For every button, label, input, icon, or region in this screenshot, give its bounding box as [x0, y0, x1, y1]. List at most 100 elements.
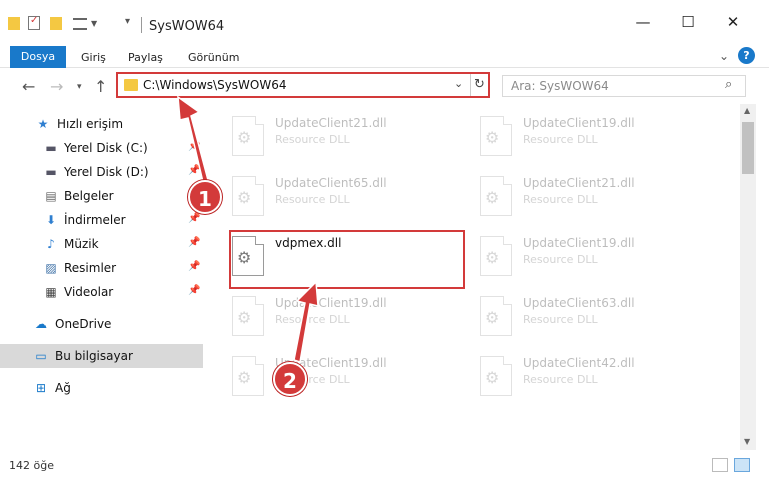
- file-type: Resource DLL: [275, 133, 350, 146]
- dll-file-icon: ⚙: [480, 296, 512, 336]
- sidebar-item-label: Ağ: [55, 381, 71, 395]
- sidebar-item-label: Belgeler: [64, 189, 114, 203]
- sidebar-item-label: Yerel Disk (C:): [64, 141, 148, 155]
- file-item[interactable]: ⚙ UpdateClient21.dll Resource DLL: [480, 176, 710, 234]
- sidebar-item-onedrive[interactable]: ☁ OneDrive: [0, 312, 203, 336]
- network-icon: ⊞: [35, 381, 47, 395]
- file-item[interactable]: ⚙ UpdateClient21.dll Resource DLL: [232, 116, 462, 174]
- tab-share[interactable]: Paylaş: [128, 51, 163, 64]
- address-bar[interactable]: C:\Windows\SysWOW64 ⌄ ↻: [116, 72, 490, 98]
- properties-icon[interactable]: ✓: [28, 15, 40, 30]
- sidebar-item-label: Resimler: [64, 261, 117, 275]
- address-path[interactable]: C:\Windows\SysWOW64: [143, 78, 287, 92]
- new-folder-icon[interactable]: [50, 17, 62, 30]
- title-divider: [141, 17, 142, 33]
- documents-icon: ▤: [45, 189, 57, 203]
- videos-icon: ▦: [45, 285, 57, 299]
- file-type: Resource DLL: [275, 313, 350, 326]
- pictures-icon: ▨: [45, 261, 57, 275]
- sidebar-item-videos[interactable]: ▦ Videolar 📌: [0, 280, 203, 304]
- dll-file-icon: ⚙: [480, 236, 512, 276]
- dll-file-icon: ⚙: [232, 356, 264, 396]
- forward-arrow-icon[interactable]: →: [50, 77, 63, 96]
- dll-file-icon: ⚙: [480, 116, 512, 156]
- file-name: UpdateClient19.dll: [275, 296, 387, 310]
- vertical-scrollbar[interactable]: ▲ ▼: [740, 104, 756, 450]
- maximize-button[interactable]: ☐: [678, 14, 698, 30]
- file-name: UpdateClient21.dll: [275, 116, 387, 130]
- search-box[interactable]: Ara: SysWOW64 ⌕: [502, 75, 746, 97]
- file-type: Resource DLL: [523, 133, 598, 146]
- status-bar: 142 öğe: [0, 450, 769, 485]
- tab-file[interactable]: Dosya: [10, 46, 66, 68]
- dll-file-icon: ⚙: [480, 176, 512, 216]
- search-input[interactable]: Ara: SysWOW64: [511, 79, 609, 93]
- file-highlight-box: [229, 230, 465, 289]
- sidebar-item-label: OneDrive: [55, 317, 112, 331]
- view-options-icon[interactable]: [73, 18, 87, 30]
- file-item[interactable]: ⚙ UpdateClient19.dll Resource DLL: [480, 116, 710, 174]
- file-type: Resource DLL: [275, 193, 350, 206]
- folder-icon: [8, 17, 20, 30]
- navigation-pane: ★ Hızlı erişim ▬ Yerel Disk (C:) 📌 ▬ Yer…: [0, 104, 204, 450]
- large-icons-view-icon[interactable]: [734, 458, 750, 472]
- file-name: UpdateClient65.dll: [275, 176, 387, 190]
- file-type: Resource DLL: [523, 313, 598, 326]
- chevron-down-icon[interactable]: ⌄: [719, 49, 729, 63]
- sidebar-item-quick-access[interactable]: ★ Hızlı erişim: [0, 112, 203, 136]
- pin-icon: 📌: [188, 261, 201, 272]
- file-type: Resource DLL: [523, 193, 598, 206]
- scroll-up-icon[interactable]: ▲: [744, 106, 750, 115]
- back-arrow-icon[interactable]: ←: [22, 77, 35, 96]
- dll-file-icon: ⚙: [232, 116, 264, 156]
- address-dropdown-icon[interactable]: ⌄: [454, 77, 463, 90]
- sidebar-item-label: İndirmeler: [64, 213, 126, 227]
- file-item[interactable]: ⚙ UpdateClient65.dll Resource DLL: [232, 176, 462, 234]
- file-name: UpdateClient19.dll: [523, 116, 635, 130]
- file-item[interactable]: ⚙ UpdateClient19.dll Resource DLL: [480, 236, 710, 294]
- scroll-down-icon[interactable]: ▼: [744, 437, 750, 446]
- sidebar-item-drive-d[interactable]: ▬ Yerel Disk (D:) 📌: [0, 160, 203, 184]
- drive-icon: ▬: [45, 165, 57, 179]
- minimize-button[interactable]: —: [633, 14, 653, 30]
- file-item[interactable]: ⚙ UpdateClient19.dll Resource DLL: [232, 296, 462, 354]
- help-button[interactable]: ?: [738, 47, 755, 64]
- recent-locations-icon[interactable]: ▾: [77, 82, 82, 92]
- sidebar-item-downloads[interactable]: ⬇ İndirmeler 📌: [0, 208, 203, 232]
- file-item[interactable]: ⚙ UpdateClient42.dll Resource DLL: [480, 356, 710, 414]
- drive-icon: ▬: [45, 141, 57, 155]
- sidebar-item-label: Bu bilgisayar: [55, 349, 133, 363]
- refresh-button[interactable]: ↻: [470, 74, 488, 96]
- tab-home[interactable]: Giriş: [81, 51, 106, 64]
- quick-access-dropdown-icon[interactable]: ▼: [91, 19, 97, 35]
- computer-icon: ▭: [35, 349, 47, 363]
- sidebar-item-network[interactable]: ⊞ Ağ: [0, 376, 203, 400]
- customize-toolbar-icon[interactable]: ▾: [125, 16, 130, 32]
- search-icon[interactable]: ⌕: [725, 77, 732, 92]
- pin-icon: 📌: [188, 285, 201, 296]
- step-callout-2: 2: [273, 362, 307, 396]
- sidebar-item-drive-c[interactable]: ▬ Yerel Disk (C:) 📌: [0, 136, 203, 160]
- dll-file-icon: ⚙: [232, 296, 264, 336]
- sidebar-item-music[interactable]: ♪ Müzik 📌: [0, 232, 203, 256]
- tab-view[interactable]: Görünüm: [188, 51, 239, 64]
- cloud-icon: ☁: [35, 317, 47, 331]
- sidebar-item-documents[interactable]: ▤ Belgeler 📌: [0, 184, 203, 208]
- file-name: UpdateClient42.dll: [523, 356, 635, 370]
- download-icon: ⬇: [45, 213, 57, 227]
- sidebar-item-this-pc[interactable]: ▭ Bu bilgisayar: [0, 344, 203, 368]
- sidebar-item-pictures[interactable]: ▨ Resimler 📌: [0, 256, 203, 280]
- dll-file-icon: ⚙: [480, 356, 512, 396]
- sidebar-item-label: Videolar: [64, 285, 114, 299]
- close-button[interactable]: ✕: [723, 14, 743, 30]
- details-view-icon[interactable]: [712, 458, 728, 472]
- file-item[interactable]: ⚙ UpdateClient63.dll Resource DLL: [480, 296, 710, 354]
- ribbon-tabs: Dosya Giriş Paylaş Görünüm ⌄ ?: [0, 44, 769, 68]
- file-item[interactable]: ⚙ UpdateClient19.dll Resource DLL: [232, 356, 462, 414]
- file-type: Resource DLL: [523, 253, 598, 266]
- scroll-thumb[interactable]: [742, 122, 754, 174]
- up-arrow-icon[interactable]: ↑: [94, 77, 107, 96]
- file-type: Resource DLL: [523, 373, 598, 386]
- folder-icon: [124, 79, 138, 91]
- item-count: 142 öğe: [9, 459, 54, 472]
